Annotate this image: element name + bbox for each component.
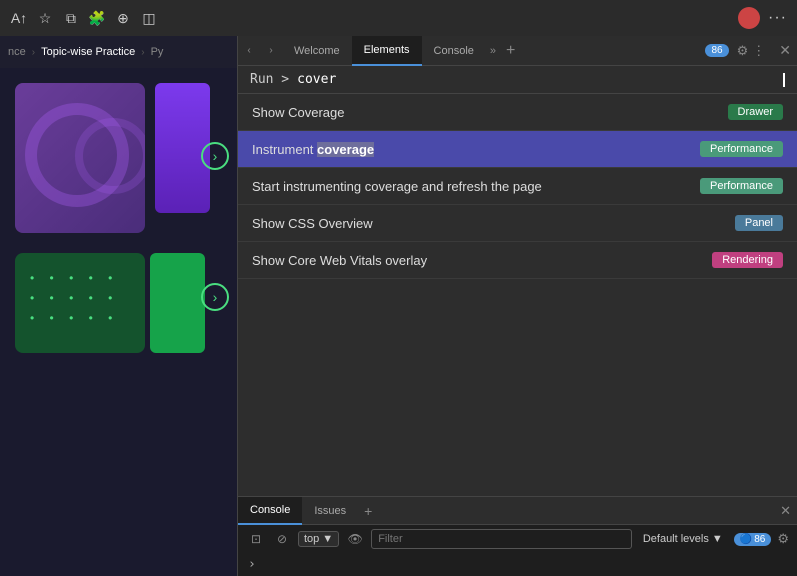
more-options-icon[interactable]: ⋮ [752, 43, 765, 59]
command-prompt-label: Run > [250, 72, 289, 87]
result-text-show-coverage: Show Coverage [252, 105, 728, 120]
console-context-arrow: ▼ [322, 533, 333, 545]
user-avatar[interactable] [738, 7, 760, 29]
console-level-dropdown[interactable]: Default levels ▼ [638, 532, 728, 546]
result-show-coverage[interactable]: Show Coverage Drawer [238, 94, 797, 131]
console-close-button[interactable]: ✕ [774, 503, 797, 519]
console-context-dropdown[interactable]: top ▼ [298, 531, 339, 547]
console-badge-icon: 🔵 [740, 534, 752, 545]
result-text-start-instrumenting: Start instrumenting coverage and refresh… [252, 179, 700, 194]
result-badge-show-css-overview: Panel [735, 215, 783, 231]
console-add-tab-button[interactable]: + [358, 503, 378, 519]
split-screen-icon[interactable]: ⧉ [62, 9, 80, 27]
console-badge[interactable]: 🔵 86 [734, 533, 772, 546]
console-area: Console Issues + ✕ ⊡ ⊘ top ▼ 👁 Def [238, 496, 797, 576]
console-toolbar: ⊡ ⊘ top ▼ 👁 Default levels ▼ 🔵 86 ⚙ [238, 525, 797, 553]
tab-forward-arrow[interactable]: › [260, 36, 282, 66]
result-text-instrument-coverage: Instrument coverage [252, 142, 700, 157]
console-clear-button[interactable]: ⊡ [246, 529, 266, 549]
nav-item-2[interactable]: Topic-wise Practice [41, 46, 135, 58]
command-input[interactable]: cover [297, 72, 775, 87]
command-results-list: Show Coverage Drawer Instrument coverage… [238, 94, 797, 496]
browser-action-icon[interactable]: ⊕ [114, 9, 132, 27]
green-dots-card [15, 253, 145, 353]
devtools-tab-bar: ‹ › Welcome Elements Console » + 86 ⚙ ⋮ … [238, 36, 797, 66]
settings-icon[interactable]: ⚙ [737, 43, 749, 59]
star-icon[interactable]: ☆ [36, 9, 54, 27]
green-strip-card [150, 253, 205, 353]
result-start-instrumenting[interactable]: Start instrumenting coverage and refresh… [238, 168, 797, 205]
console-tab-console[interactable]: Console [238, 497, 302, 525]
browser-chrome: A↑ ☆ ⧉ 🧩 ⊕ ◫ ··· [0, 0, 797, 36]
format-text-icon[interactable]: A↑ [10, 9, 28, 27]
page-nav: nce › Topic-wise Practice › Py [0, 36, 237, 68]
result-text-show-web-vitals: Show Core Web Vitals overlay [252, 253, 712, 268]
console-context-value: top [304, 533, 319, 545]
visual-bottom: › [0, 243, 237, 576]
nav-item-3[interactable]: Py [151, 46, 164, 58]
console-content: › [238, 553, 797, 576]
devtools-close-button[interactable]: ✕ [773, 42, 797, 59]
issues-count: 86 [711, 45, 722, 56]
result-badge-show-web-vitals: Rendering [712, 252, 783, 268]
sidebar-icon[interactable]: ◫ [140, 9, 158, 27]
result-text-show-css-overview: Show CSS Overview [252, 216, 735, 231]
console-eye-button[interactable]: 👁 [345, 529, 365, 549]
more-icon[interactable]: ··· [768, 9, 787, 27]
page-content: nce › Topic-wise Practice › Py › › [0, 36, 237, 576]
console-tab-issues[interactable]: Issues [302, 497, 358, 525]
tab-welcome[interactable]: Welcome [282, 36, 352, 66]
tab-elements[interactable]: Elements [352, 36, 422, 66]
result-show-web-vitals[interactable]: Show Core Web Vitals overlay Rendering [238, 242, 797, 279]
command-search-bar[interactable]: Run > cover [238, 66, 797, 94]
highlight-coverage: coverage [317, 142, 374, 157]
result-show-css-overview[interactable]: Show CSS Overview Panel [238, 205, 797, 242]
purple-card [15, 83, 145, 233]
nav-item-1[interactable]: nce [8, 46, 26, 58]
visual-top: › [0, 68, 237, 243]
console-block-button[interactable]: ⊘ [272, 529, 292, 549]
console-level-arrow: ▼ [712, 533, 723, 545]
devtools-tab-icons: ⚙ ⋮ [729, 43, 774, 59]
devtools-panel: ‹ › Welcome Elements Console » + 86 ⚙ ⋮ … [237, 36, 797, 576]
console-prompt-symbol: › [248, 557, 256, 572]
more-tabs-icon[interactable]: » [486, 45, 500, 57]
result-badge-show-coverage: Drawer [728, 104, 783, 120]
console-filter-input[interactable] [371, 529, 632, 549]
tab-back-arrow[interactable]: ‹ [238, 36, 260, 66]
tab-console[interactable]: Console [422, 36, 486, 66]
console-tabs-bar: Console Issues + ✕ [238, 497, 797, 525]
add-tab-button[interactable]: + [500, 42, 521, 60]
result-instrument-coverage[interactable]: Instrument coverage Performance [238, 131, 797, 168]
result-badge-instrument-coverage: Performance [700, 141, 783, 157]
main-layout: nce › Topic-wise Practice › Py › › ‹ › [0, 36, 797, 576]
nav-sep-1: › [32, 47, 35, 58]
command-cursor [783, 73, 785, 87]
console-settings-button[interactable]: ⚙ [777, 531, 789, 547]
console-badge-count: 86 [754, 534, 765, 545]
extensions-icon[interactable]: 🧩 [88, 9, 106, 27]
arrow-button-bottom[interactable]: › [201, 283, 229, 311]
page-visual: › › [0, 68, 237, 576]
arrow-button-top[interactable]: › [201, 142, 229, 170]
nav-sep-2: › [141, 47, 144, 58]
result-badge-start-instrumenting: Performance [700, 178, 783, 194]
issues-badge[interactable]: 86 [705, 44, 728, 57]
console-level-label: Default levels [643, 533, 709, 545]
command-area: Run > cover Show Coverage Drawer Instrum… [238, 66, 797, 496]
